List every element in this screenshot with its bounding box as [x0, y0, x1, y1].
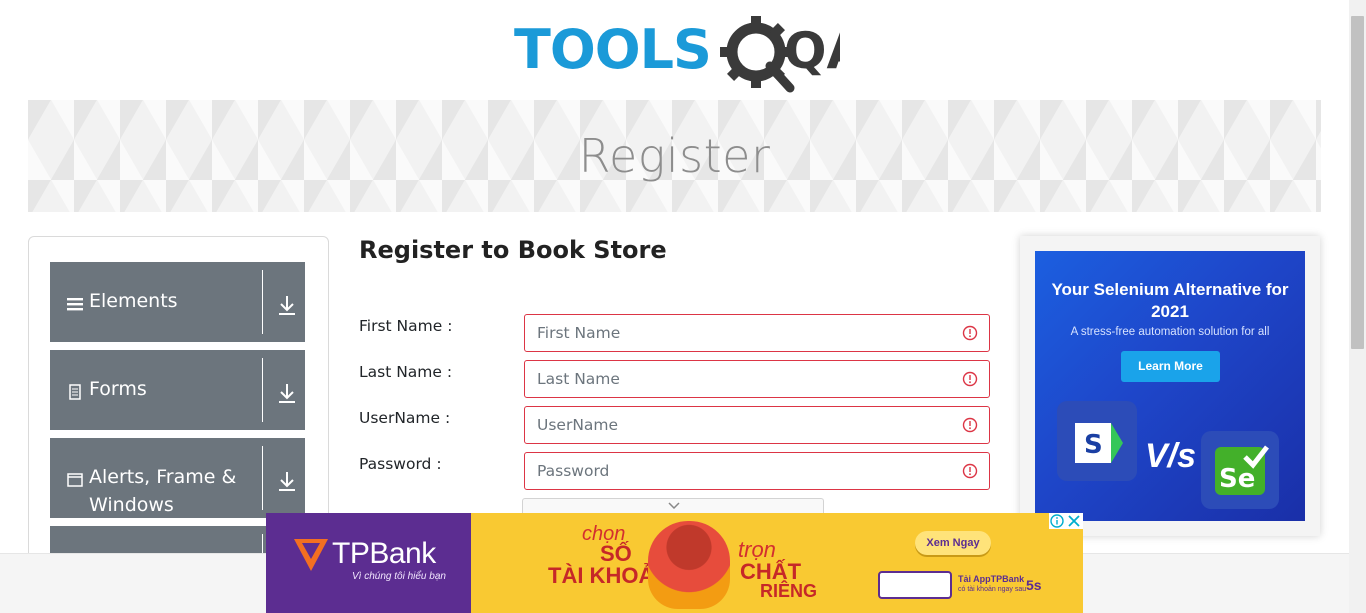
brand-name: TPBank	[332, 537, 436, 570]
ad-headline: Your Selenium Alternative for 2021	[1051, 280, 1289, 321]
app-text: Tải AppTPBank	[958, 574, 1025, 584]
window-icon	[67, 473, 83, 487]
divider	[262, 270, 263, 334]
ad-controls	[1049, 513, 1083, 529]
logo-qa-text: QA	[784, 22, 840, 80]
learn-more-button[interactable]: Learn More	[1121, 351, 1220, 382]
scrollbar-thumb[interactable]	[1351, 16, 1364, 349]
page-banner: Register	[28, 100, 1321, 212]
toolsqa-logo[interactable]: TOOLS QA	[514, 14, 840, 94]
username-input[interactable]	[525, 407, 945, 443]
menu-group-alerts[interactable]: Alerts, Frame & Windows	[50, 438, 305, 518]
tpbank-brand-panel: TPBank Vì chúng tôi hiểu bạn	[266, 513, 471, 613]
last-name-label: Last Name :	[359, 363, 453, 381]
menu-group-label: Forms	[89, 378, 147, 400]
menu-group-label: Elements	[89, 290, 178, 312]
menu-group-label-line2: Windows	[89, 494, 174, 516]
ad-person-image	[648, 521, 730, 609]
last-name-input[interactable]	[525, 361, 945, 397]
menu-group-forms[interactable]: Forms	[50, 350, 305, 430]
ad-close-icon[interactable]	[1067, 514, 1081, 528]
qr-code-icon	[878, 571, 952, 599]
download-arrow-icon[interactable]	[278, 294, 296, 316]
first-name-label: First Name :	[359, 317, 453, 335]
first-name-field[interactable]	[524, 314, 990, 352]
form-title: Register to Book Store	[359, 236, 667, 264]
divider	[262, 446, 263, 510]
chevron-down-icon	[668, 502, 680, 510]
app-subtext: có tài khoản ngay sau	[958, 586, 1027, 593]
download-arrow-icon[interactable]	[278, 470, 296, 492]
page: TOOLS QA Register Elements	[0, 0, 1366, 613]
tpbank-logo-icon	[294, 539, 328, 571]
ad-info-icon[interactable]	[1050, 514, 1064, 528]
ad-subline: A stress-free automation solution for al…	[1070, 326, 1270, 338]
error-icon	[962, 417, 978, 433]
last-name-field[interactable]	[524, 360, 990, 398]
password-input[interactable]	[525, 453, 945, 489]
view-now-button[interactable]: Xem Ngay	[915, 531, 991, 555]
ad-selenium-alternative[interactable]: Your Selenium Alternative for 2021 A str…	[1035, 251, 1305, 521]
password-field[interactable]	[524, 452, 990, 490]
ad-tpbank[interactable]: TPBank Vì chúng tôi hiểu bạn chọn SỐ TÀI…	[266, 513, 1083, 613]
menu-group-elements[interactable]: Elements	[50, 262, 305, 342]
error-icon	[962, 371, 978, 387]
download-arrow-icon[interactable]	[278, 382, 296, 404]
selenium-logo-icon: Se	[1201, 431, 1279, 509]
first-name-input[interactable]	[525, 315, 945, 351]
document-icon	[69, 384, 81, 400]
username-field[interactable]	[524, 406, 990, 444]
svg-text:Se: Se	[1219, 464, 1255, 494]
ad-timer: 5s	[1026, 577, 1042, 593]
menu-group-label: Alerts, Frame &	[89, 466, 237, 488]
vs-text: V/s	[1145, 437, 1197, 475]
error-icon	[962, 325, 978, 341]
password-label: Password :	[359, 455, 442, 473]
page-title: Register	[578, 129, 771, 183]
svg-text:S: S	[1084, 430, 1103, 460]
error-icon	[962, 463, 978, 479]
testsigma-logo-icon: S	[1057, 401, 1137, 481]
brand-tagline: Vì chúng tôi hiểu bạn	[352, 571, 446, 582]
username-label: UserName :	[359, 409, 451, 427]
divider	[262, 358, 263, 422]
hamburger-icon	[67, 298, 83, 311]
ad-text-line6: RIÊNG	[760, 581, 818, 601]
gear-icon	[720, 16, 795, 93]
logo-tools-text: TOOLS	[514, 18, 711, 81]
